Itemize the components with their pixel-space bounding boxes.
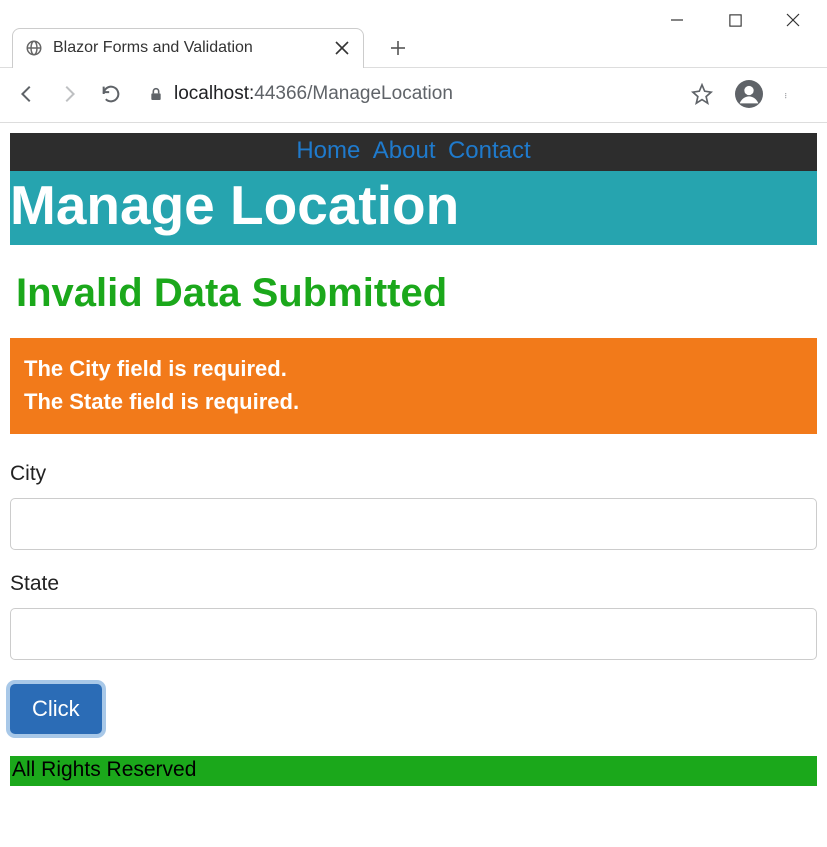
lock-icon [148, 86, 164, 102]
tab-close-icon[interactable] [335, 41, 349, 55]
city-label: City [10, 462, 817, 486]
top-nav: Home About Contact [10, 133, 817, 171]
page-title: Manage Location [10, 171, 817, 245]
url-path: 44366/ManageLocation [254, 83, 453, 104]
profile-icon[interactable] [735, 80, 763, 108]
nav-home[interactable]: Home [296, 137, 360, 164]
state-input[interactable] [10, 608, 817, 660]
form-group-state: State [10, 572, 817, 660]
url-host: localhost: [174, 83, 254, 104]
page-content: Home About Contact Manage Location Inval… [0, 123, 827, 786]
bookmark-icon[interactable] [691, 83, 713, 105]
back-button[interactable] [16, 83, 38, 105]
address-bar-row: localhost:44366/ManageLocation [0, 68, 827, 123]
window-controls [0, 0, 827, 28]
state-label: State [10, 572, 817, 596]
reload-button[interactable] [100, 83, 122, 105]
toolbar-right [691, 80, 811, 108]
city-input[interactable] [10, 498, 817, 550]
close-icon[interactable] [785, 12, 801, 28]
tab-title: Blazor Forms and Validation [53, 39, 325, 57]
kebab-menu-icon[interactable] [785, 85, 803, 103]
status-message: Invalid Data Submitted [16, 271, 817, 316]
validation-summary: The City field is required. The State fi… [10, 338, 817, 434]
globe-icon [25, 39, 43, 57]
tab-row: Blazor Forms and Validation [0, 28, 827, 68]
url-text: localhost:44366/ManageLocation [174, 83, 453, 105]
page-footer: All Rights Reserved [10, 756, 817, 786]
maximize-icon[interactable] [727, 12, 743, 28]
address-bar[interactable]: localhost:44366/ManageLocation [142, 83, 671, 105]
new-tab-button[interactable] [384, 34, 412, 62]
nav-contact[interactable]: Contact [448, 137, 531, 164]
minimize-icon[interactable] [669, 12, 685, 28]
nav-about[interactable]: About [373, 137, 436, 164]
submit-button[interactable]: Click [10, 684, 102, 734]
forward-button[interactable] [58, 83, 80, 105]
validation-error: The State field is required. [24, 385, 803, 418]
validation-error: The City field is required. [24, 352, 803, 385]
form-group-city: City [10, 462, 817, 550]
browser-chrome: Blazor Forms and Validation localhost:44… [0, 0, 827, 123]
browser-tab[interactable]: Blazor Forms and Validation [12, 28, 364, 68]
